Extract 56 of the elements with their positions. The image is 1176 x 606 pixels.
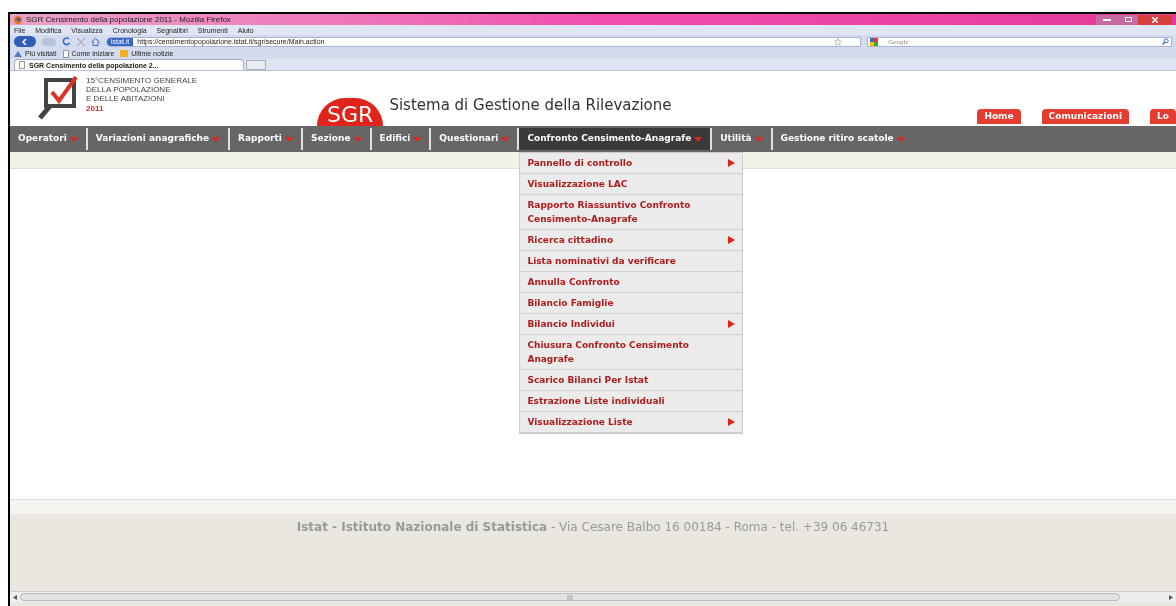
page-icon [19,61,25,69]
star-icon[interactable] [834,37,842,46]
reload-icon[interactable] [62,37,71,46]
nav-menu-item[interactable]: Questionari [431,128,518,150]
caret-icon [353,136,362,142]
browser-logo-icon [14,15,22,24]
footer-text: Istat - Istituto Nazionale di Statistica - Via Cesare Balbo 16 00184 - Roma - tel. +39 06 46731 [296,519,890,536]
search-icon[interactable] [1162,38,1169,45]
close-button[interactable] [1138,14,1172,25]
caret-icon [413,136,422,142]
nav-menu-item[interactable]: Sezione [302,128,370,150]
nav-menu-item[interactable]: Utilità [712,128,771,150]
header-button[interactable]: Comunicazioni [1041,109,1130,124]
logo-text: E DELLE ABITAZIONI [86,93,166,103]
dropdown-item[interactable]: Lista nominativi da verificare [520,251,743,272]
dropdown-item[interactable]: Ricerca cittadino [520,230,743,251]
logo-text: 15°CENSIMENTO GENERALE [86,75,198,85]
app-title: Sistema di Gestione della Rilevazione [389,94,672,116]
nav-menu-item[interactable]: Gestione ritiro scatole [772,128,913,150]
caret-icon [896,136,905,142]
dropdown-item[interactable]: Rapporto Riassuntivo Confronto Censimento-Anagrafe [520,195,743,230]
logo-text: DELLA POPOLAZIONE [86,84,172,94]
nav-menu-item[interactable]: Operatori [10,126,86,152]
header-button[interactable]: Lo [1150,109,1176,124]
dropdown-item[interactable]: Visualizzazione LAC [520,174,743,195]
scroll-right-icon[interactable] [1168,594,1173,600]
caret-icon [69,136,78,142]
back-button[interactable] [14,36,36,47]
caret-icon [754,136,763,142]
dropdown-item[interactable]: Bilancio Famiglie [520,293,743,314]
nav-menu-item[interactable]: Edifici [371,128,430,150]
dropdown-item[interactable]: Scarico Bilanci Per Istat [520,370,743,391]
nav-menu-item[interactable]: Confronto Censimento-Anagrafe [519,128,711,150]
dropdown-item[interactable]: Chiusura Confronto Censimento Anagrafe [520,335,743,370]
maximize-button[interactable] [1118,14,1138,25]
dropdown-item[interactable]: Estrazione Liste individuali [520,391,743,412]
logo-text: 2011 [86,103,105,113]
minimize-button[interactable] [1096,14,1118,25]
caret-icon [284,136,293,142]
nav-menu-item[interactable]: Variazioni anagrafiche [87,128,229,150]
dropdown-item[interactable]: Visualizzazione Liste [520,412,743,433]
page-icon [62,49,69,58]
window-title: SGR Censimento della popolazione 2011 - Mozilla Firefox [26,15,231,24]
app-logo-badge: SGR [317,98,384,126]
search-engine-icon[interactable] [870,37,880,46]
close-icon [1152,16,1158,23]
caret-icon [212,136,221,142]
caret-icon [501,136,510,142]
dropdown-item[interactable]: Pannello di controllo [520,153,743,174]
dropdown-item[interactable]: Annulla Confronto [520,272,743,293]
dropdown-item[interactable]: Bilancio Individui [520,314,743,335]
home-icon[interactable] [91,37,100,46]
scroll-left-icon[interactable] [13,594,18,600]
header-button[interactable]: Home [977,109,1021,124]
nav-menu-item[interactable]: Rapporti [230,128,301,150]
caret-icon [694,136,703,142]
